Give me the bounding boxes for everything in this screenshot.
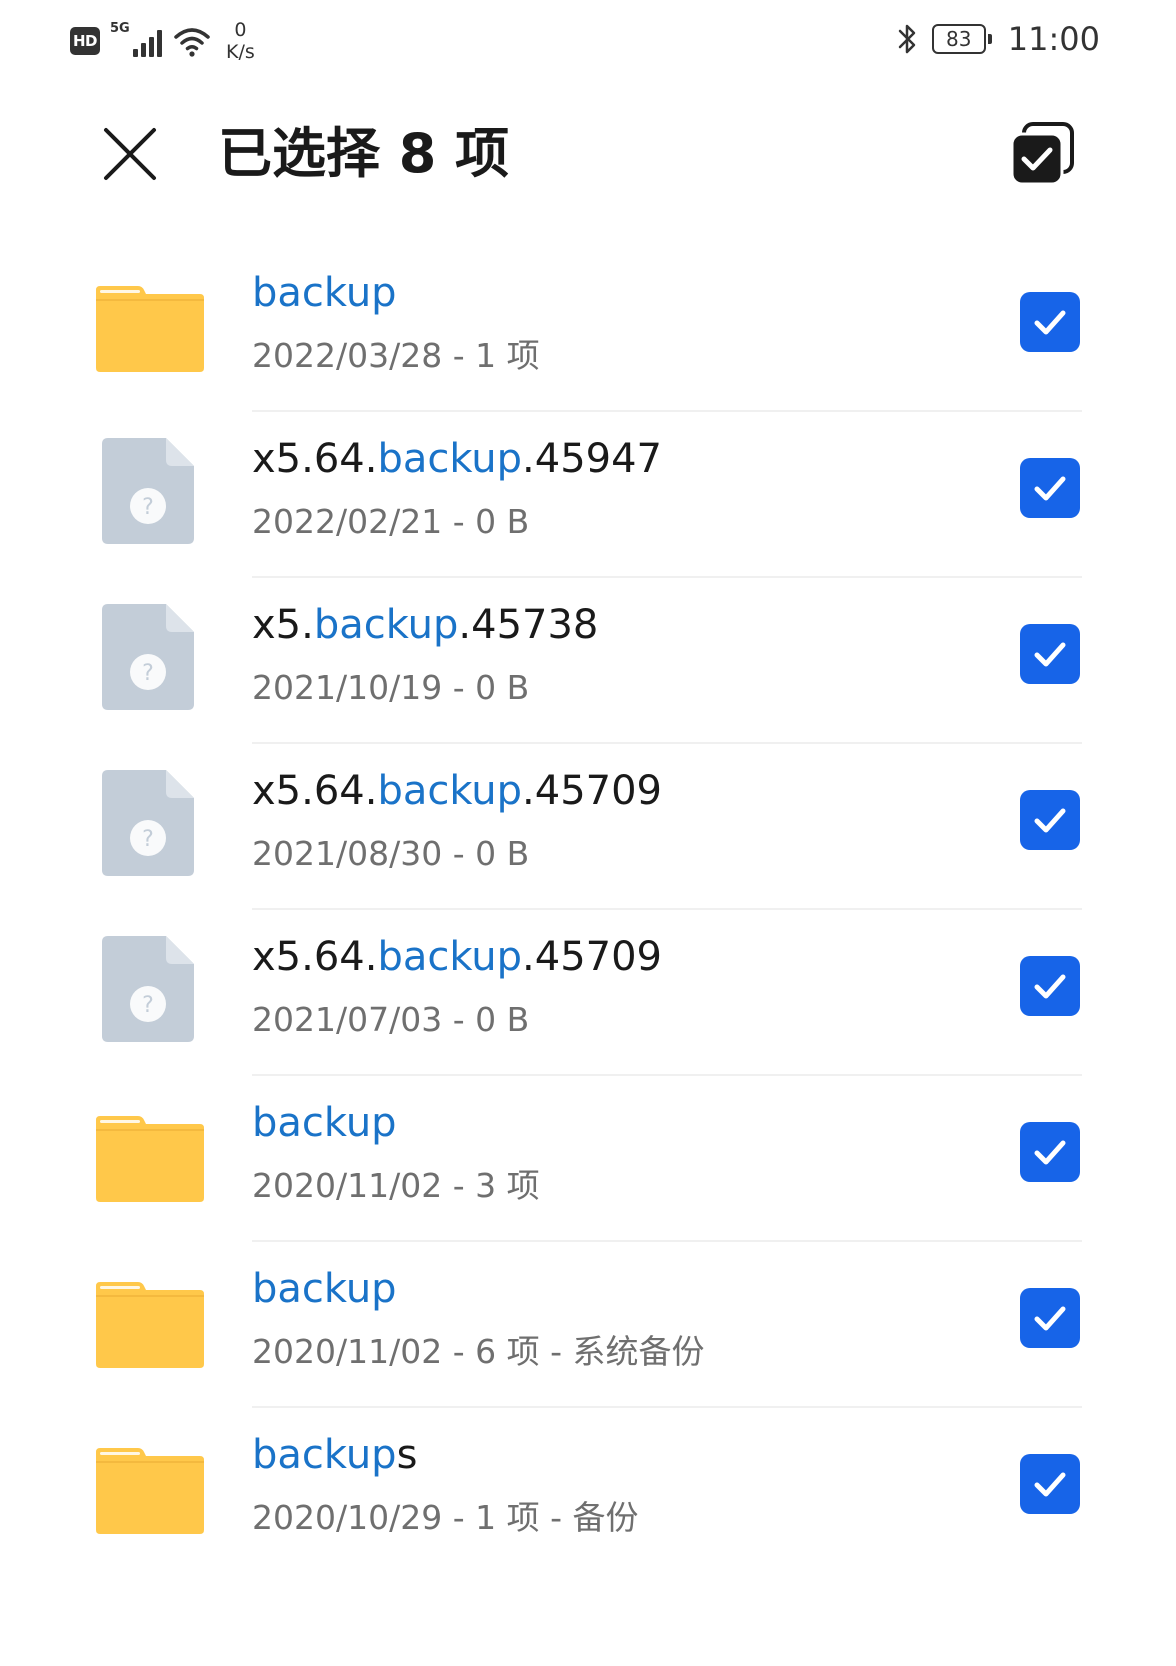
checkmark-icon — [1034, 310, 1066, 335]
file-name: x5.64.backup.45947 — [252, 434, 662, 484]
file-list-item[interactable]: ? x5.64.backup.45709 2021/08/30 - 0 B — [0, 744, 1176, 910]
file-name-match: backup — [377, 768, 523, 814]
unknown-file-icon: ? — [102, 770, 194, 876]
item-checkbox[interactable] — [1020, 1454, 1080, 1514]
svg-text:?: ? — [142, 495, 154, 520]
close-icon[interactable] — [100, 124, 160, 184]
file-name-part: x5.64. — [252, 934, 378, 980]
item-checkbox[interactable] — [1020, 624, 1080, 684]
folder-thumbnail — [94, 1430, 206, 1542]
file-name: x5.64.backup.45709 — [252, 766, 662, 816]
file-meta: 2022/03/28 - 1 项 — [252, 336, 540, 375]
file-meta: 2020/11/02 - 6 项 - 系统备份 — [252, 1332, 705, 1371]
svg-text:?: ? — [142, 993, 154, 1018]
file-name-match: backup — [252, 1432, 397, 1478]
file-name-part: x5. — [252, 602, 314, 648]
item-checkbox[interactable] — [1020, 292, 1080, 352]
checkmark-icon — [1034, 974, 1066, 999]
page-title: 已选择 8 项 — [218, 122, 510, 185]
network-speed-unit: K/s — [226, 41, 255, 63]
svg-text:?: ? — [142, 661, 154, 686]
item-checkbox[interactable] — [1020, 458, 1080, 518]
file-thumbnail: ? — [94, 434, 206, 546]
file-name-match: backup — [313, 602, 459, 648]
file-name-part: .45709 — [522, 768, 662, 814]
hd-badge: HD — [70, 27, 100, 55]
file-list-item[interactable]: backups 2020/10/29 - 1 项 - 备份 — [0, 1408, 1176, 1574]
svg-text:?: ? — [142, 827, 154, 852]
file-name: x5.backup.45738 — [252, 600, 598, 650]
file-name-part: .45709 — [522, 934, 662, 980]
file-meta: 2021/08/30 - 0 B — [252, 834, 530, 873]
battery-icon: 83 — [931, 24, 992, 54]
network-speed: 0 K/s — [226, 19, 255, 63]
file-meta: 2021/10/19 - 0 B — [252, 668, 530, 707]
file-name-part: .45738 — [458, 602, 599, 648]
file-name-part: x5.64. — [252, 768, 378, 814]
file-thumbnail: ? — [94, 932, 206, 1044]
file-name-part: x5.64. — [252, 436, 378, 482]
unknown-file-icon: ? — [102, 604, 194, 710]
file-meta: 2020/10/29 - 1 项 - 备份 — [252, 1498, 639, 1537]
checkmark-icon — [1034, 1306, 1066, 1331]
file-list-item[interactable]: ? x5.64.backup.45709 2021/07/03 - 0 B — [0, 910, 1176, 1076]
status-bar-right: 83 11:00 — [896, 16, 1100, 62]
file-name: x5.64.backup.45709 — [252, 932, 662, 982]
network-type-label: 5G — [110, 21, 130, 36]
file-thumbnail: ? — [94, 600, 206, 712]
file-name-match: backup — [377, 436, 523, 482]
file-name: backups — [252, 1430, 417, 1480]
file-meta: 2022/02/21 - 0 B — [252, 502, 530, 541]
file-list-item[interactable]: backup 2020/11/02 - 6 项 - 系统备份 — [0, 1242, 1176, 1408]
file-name-match: backup — [252, 1100, 397, 1146]
cellular-signal-icon: 5G — [110, 21, 162, 59]
file-list-item[interactable]: backup 2020/11/02 - 3 项 — [0, 1076, 1176, 1242]
file-list: backup 2022/03/28 - 1 项 ? x5.64.backup.45… — [0, 246, 1176, 1574]
file-name-part: s — [396, 1432, 418, 1478]
file-name: backup — [252, 1264, 397, 1314]
checkmark-icon — [1034, 642, 1066, 667]
file-meta: 2021/07/03 - 0 B — [252, 1000, 530, 1039]
item-checkbox[interactable] — [1020, 1288, 1080, 1348]
checkmark-icon — [1034, 1140, 1066, 1165]
item-checkbox[interactable] — [1020, 790, 1080, 850]
item-checkbox[interactable] — [1020, 956, 1080, 1016]
file-list-item[interactable]: backup 2022/03/28 - 1 项 — [0, 246, 1176, 412]
file-list-item[interactable]: ? x5.backup.45738 2021/10/19 - 0 B — [0, 578, 1176, 744]
file-name: backup — [252, 1098, 397, 1148]
select-all-checked-icon[interactable] — [1010, 122, 1074, 186]
folder-icon — [96, 1116, 204, 1202]
status-bar-left: HD 5G 0 K/s — [70, 18, 255, 64]
folder-thumbnail — [94, 1264, 206, 1376]
file-thumbnail: ? — [94, 766, 206, 878]
file-name-match: backup — [252, 1266, 397, 1312]
wifi-icon — [174, 28, 210, 57]
file-name-match: backup — [252, 270, 397, 316]
file-name: backup — [252, 268, 397, 318]
bluetooth-icon — [898, 24, 916, 54]
file-name-part: .45947 — [522, 436, 662, 482]
selection-header: 已选择 8 项 — [0, 100, 1176, 220]
folder-icon — [96, 1282, 204, 1368]
clock: 11:00 — [1007, 20, 1100, 58]
checkmark-icon — [1034, 808, 1066, 833]
status-bar: HD 5G 0 K/s 83 11:00 — [0, 0, 1176, 80]
file-name-match: backup — [377, 934, 523, 980]
checkmark-icon — [1034, 476, 1066, 501]
file-list-item[interactable]: ? x5.64.backup.45947 2022/02/21 - 0 B — [0, 412, 1176, 578]
file-meta: 2020/11/02 - 3 项 — [252, 1166, 540, 1205]
folder-thumbnail — [94, 268, 206, 380]
folder-icon — [96, 1448, 204, 1534]
folder-thumbnail — [94, 1098, 206, 1210]
battery-level: 83 — [946, 27, 972, 51]
unknown-file-icon: ? — [102, 438, 194, 544]
checkmark-icon — [1034, 1472, 1066, 1497]
network-speed-value: 0 — [234, 19, 247, 41]
item-checkbox[interactable] — [1020, 1122, 1080, 1182]
unknown-file-icon: ? — [102, 936, 194, 1042]
folder-icon — [96, 286, 204, 372]
